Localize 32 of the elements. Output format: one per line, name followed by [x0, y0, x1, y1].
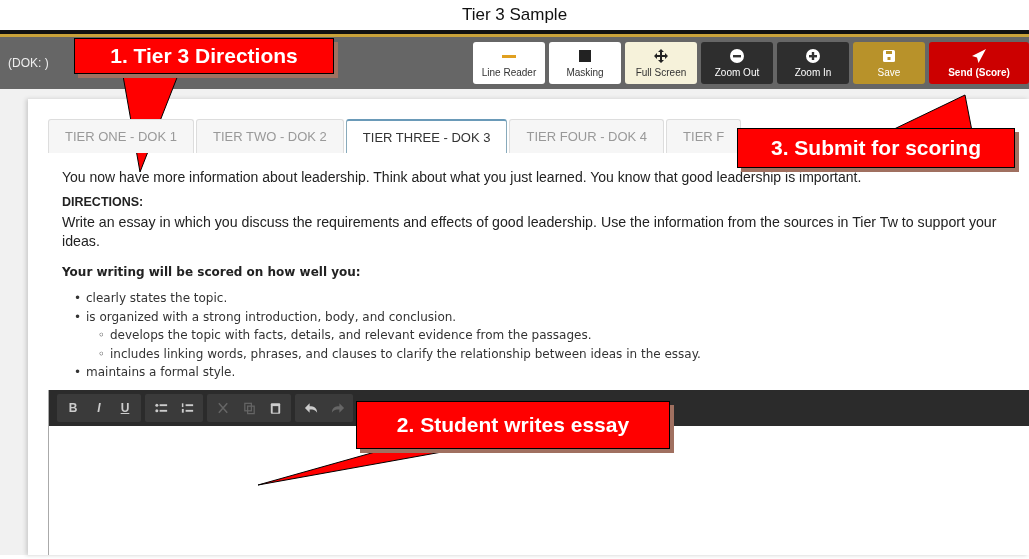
zoom-out-icon: [727, 48, 747, 64]
undo-icon: [303, 400, 319, 415]
tier-tab[interactable]: TIER THREE - DOK 3: [345, 119, 508, 153]
full-screen-button[interactable]: Full Screen: [625, 42, 697, 84]
criterion-text: is organized with a strong introduction, body, and conclusion.: [86, 309, 457, 324]
copy-icon: [241, 400, 257, 415]
directions-text: Write an essay in which you discuss the requirements and effects of good leadership. Use the information from the sources in Tier Tw to support your ideas.: [62, 213, 998, 251]
dash-icon: [502, 54, 516, 58]
scoring-heading: Your writing will be scored on how well you:: [62, 265, 362, 279]
zoom-in-icon: [803, 48, 823, 64]
criterion-text: develops the topic with facts, details, and relevant evidence from the passages.: [110, 328, 592, 343]
bullet-mark: ◦: [98, 327, 107, 345]
directions-heading: DIRECTIONS:: [62, 195, 145, 209]
zoom-out-button[interactable]: Zoom Out: [701, 42, 773, 84]
underline-button[interactable]: U: [113, 396, 137, 419]
zoom-in-button[interactable]: Zoom In: [777, 42, 849, 84]
redo-icon: [329, 400, 345, 415]
criterion-text: clearly states the topic.: [86, 291, 228, 305]
bullet-mark: ◦: [98, 345, 107, 363]
bullet-mark: •: [74, 364, 83, 382]
bullet-mark: •: [74, 308, 83, 326]
masking-button[interactable]: Masking: [549, 42, 621, 84]
criterion-text: maintains a formal style.: [86, 365, 236, 380]
numbered-list-icon: [179, 400, 195, 415]
bullet-mark: •: [74, 290, 83, 307]
send-button[interactable]: Send (Score): [929, 42, 1029, 84]
bold-button[interactable]: B: [61, 396, 85, 419]
line-reader-button[interactable]: Line Reader: [473, 42, 545, 84]
italic-button[interactable]: I: [87, 396, 111, 419]
criterion-text: includes linking words, phrases, and clauses to clarify the relationship between ideas in the essay.: [110, 346, 701, 361]
page-title: Tier 3 Sample: [460, 4, 569, 26]
intro-text: You now have more information about leadership. Think about what you just learned. You know that good leadership is important.: [62, 169, 863, 185]
